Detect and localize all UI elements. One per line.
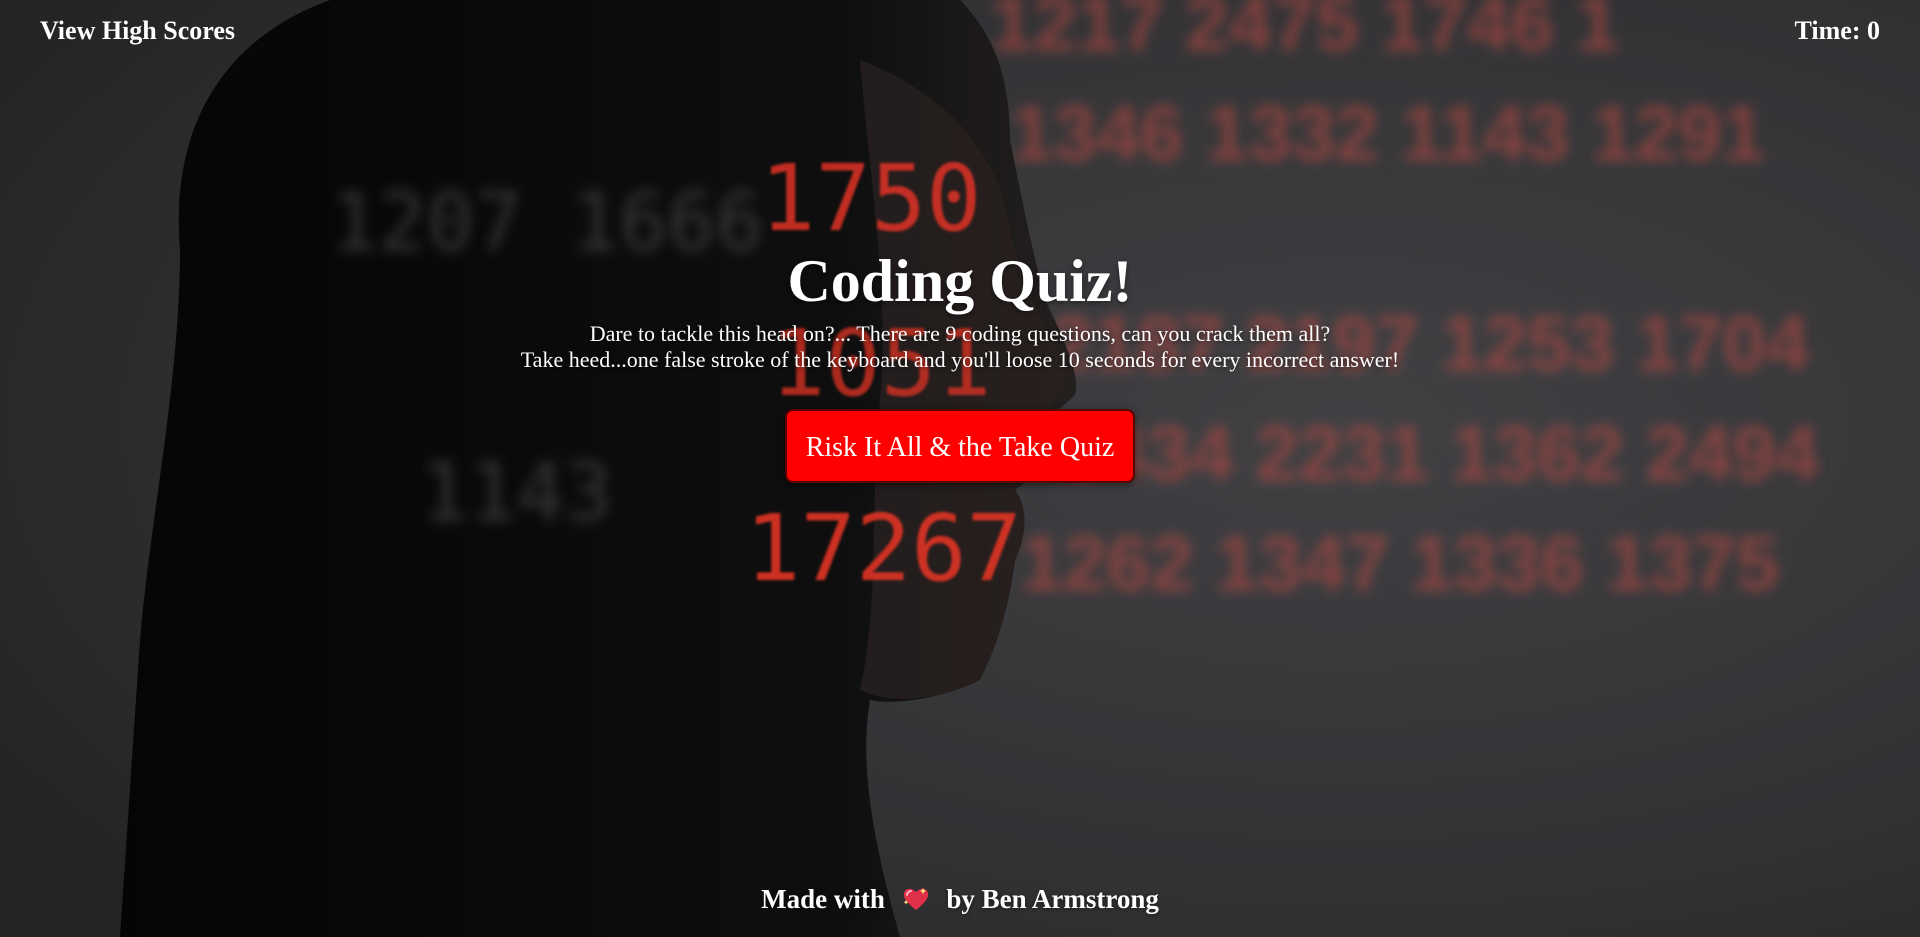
start-screen: Coding Quiz! Dare to tackle this head on… (0, 245, 1920, 483)
view-high-scores-link[interactable]: View High Scores (40, 16, 235, 46)
sparkling-heart-icon (902, 886, 930, 919)
start-quiz-button[interactable]: Risk It All & the Take Quiz (784, 409, 1136, 483)
footer-author: by Ben Armstrong (946, 884, 1159, 914)
timer-value: 0 (1867, 16, 1880, 45)
footer: Made with by Ben Armstrong (0, 884, 1920, 919)
header: View High Scores Time: 0 (0, 0, 1920, 70)
timer: Time: 0 (1795, 16, 1880, 46)
timer-label: Time: (1794, 16, 1867, 45)
intro-text: Dare to tackle this head on?... There ar… (0, 321, 1920, 373)
page-title: Coding Quiz! (787, 248, 1133, 314)
intro-line-2: Take heed...one false stroke of the keyb… (520, 347, 1400, 372)
footer-made-with: Made with (761, 884, 885, 914)
intro-line-1: Dare to tackle this head on?... There ar… (589, 321, 1331, 346)
